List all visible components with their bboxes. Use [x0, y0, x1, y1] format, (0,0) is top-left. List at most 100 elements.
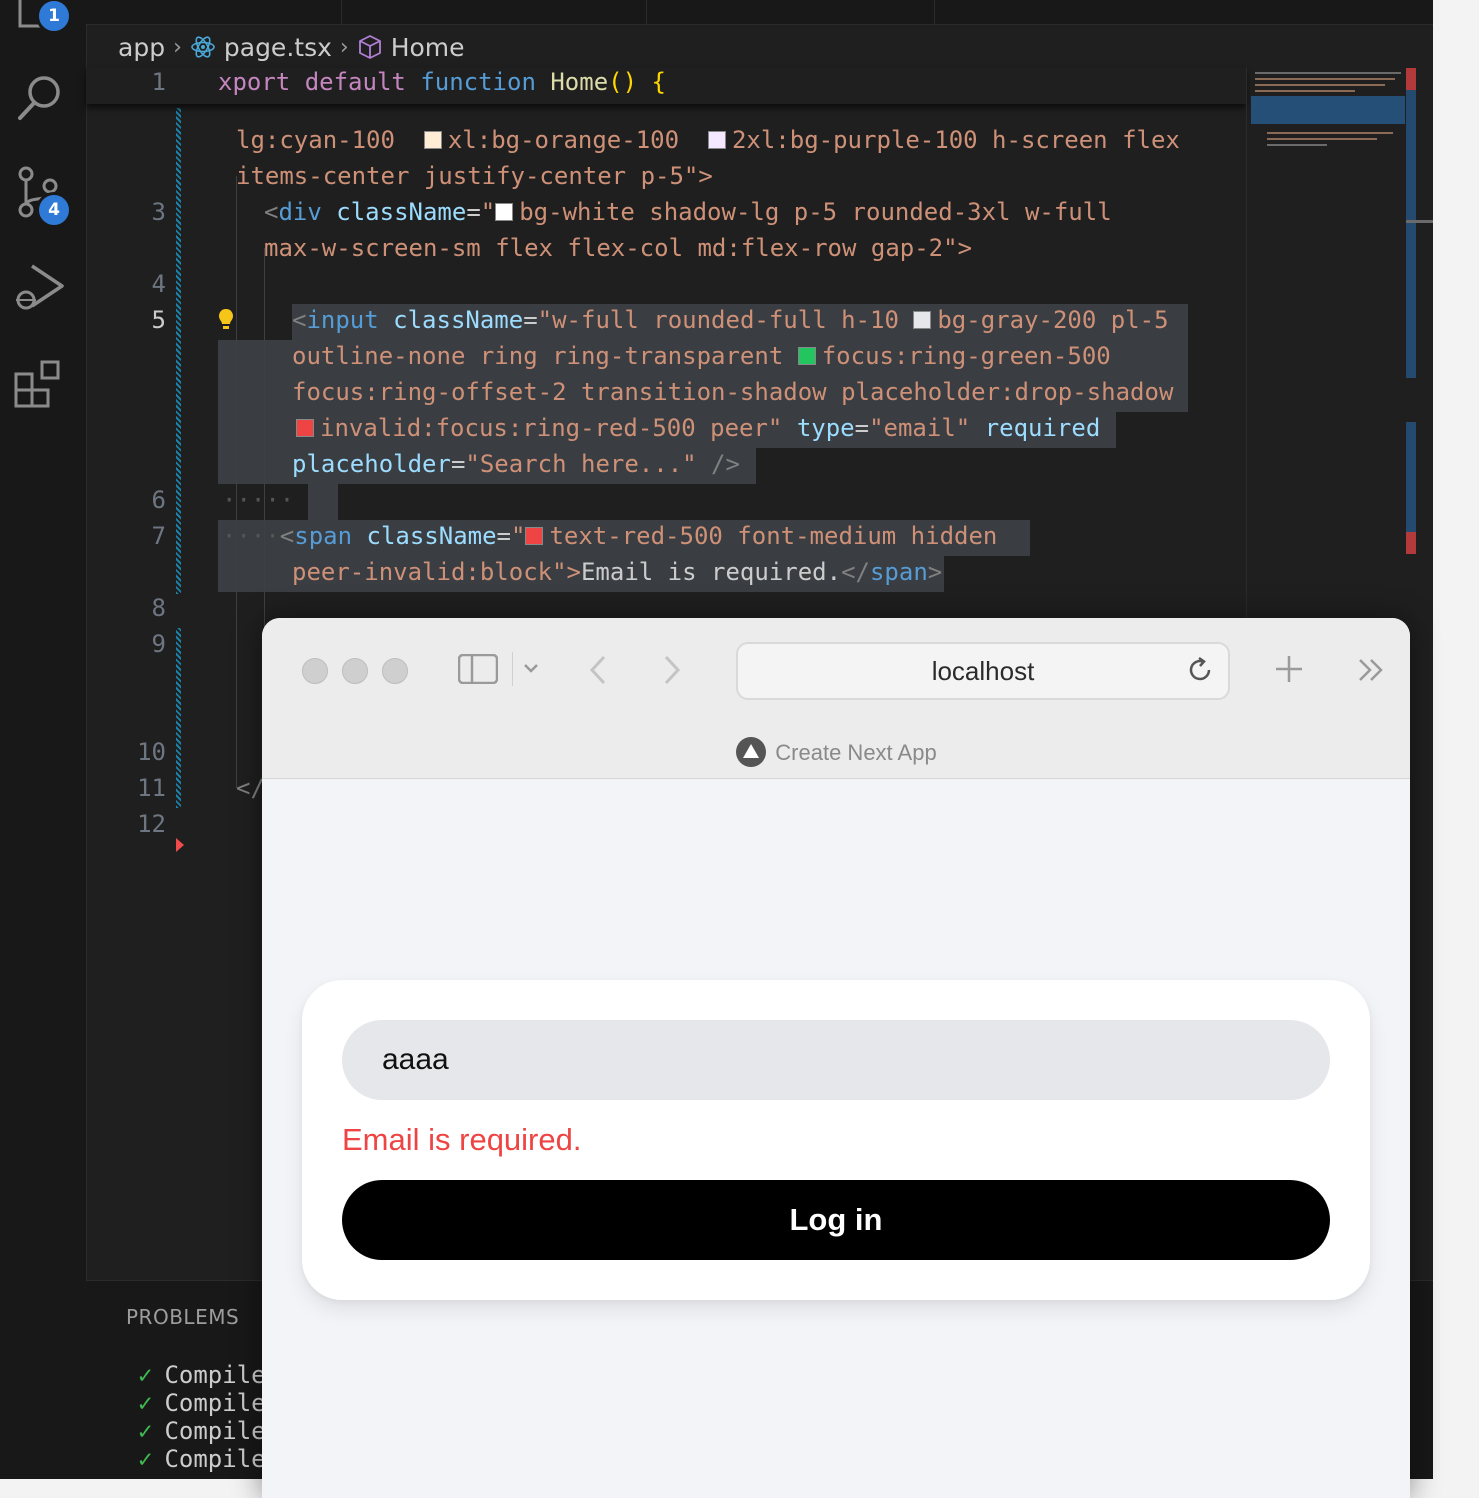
keyword-token: xport [218, 68, 291, 96]
function-name-token: Home [550, 68, 609, 96]
problem-line: ✓ Compile [138, 1417, 266, 1445]
code-line-5e: placeholder="Search here..." /> [292, 450, 740, 478]
code-line-7: ····<span className=" text-red-500 font-m… [222, 522, 998, 550]
address-bar[interactable]: localhost [736, 642, 1230, 700]
color-swatch[interactable] [913, 311, 932, 329]
check-icon: ✓ [138, 1361, 153, 1389]
email-input[interactable] [342, 1020, 1330, 1100]
symbol-cube-icon [357, 33, 383, 62]
new-tab-icon[interactable] [1274, 654, 1304, 688]
line-number: 3 [151, 198, 166, 226]
explorer-icon[interactable]: 1 [14, 0, 72, 34]
code-line-2b: lg:cyan-100 xl:bg-orange-100 2xl:bg-purp… [236, 126, 1180, 154]
color-swatch[interactable] [525, 527, 544, 545]
color-swatch[interactable] [797, 347, 816, 365]
tag-token: div [278, 198, 322, 226]
search-icon[interactable] [14, 72, 66, 124]
zoom-window-button[interactable] [382, 658, 408, 684]
color-swatch[interactable] [495, 203, 514, 221]
class-token: w-full rounded-full h-10 [552, 306, 899, 334]
panel-title[interactable]: PROBLEMS [126, 1305, 239, 1329]
class-token: peer-invalid:block"> [292, 558, 581, 586]
address-text[interactable]: localhost [738, 656, 1228, 687]
code-line-5: <input className="w-full rounded-full h-… [292, 306, 1169, 334]
whitespace-marker: ····· [222, 486, 295, 514]
extensions-icon[interactable] [14, 360, 66, 412]
class-token: focus:ring-green-500 [821, 342, 1111, 370]
chevron-down-icon[interactable] [522, 660, 540, 679]
jsx-text-token: Email is required. [580, 558, 842, 586]
check-icon: ✓ [138, 1389, 153, 1417]
breadcrumb-symbol[interactable]: Home [391, 33, 465, 62]
editor-tab-strip [86, 0, 1433, 25]
overflow-chevrons-icon[interactable] [1356, 656, 1386, 688]
explorer-badge: 1 [36, 0, 72, 34]
back-icon[interactable] [588, 654, 610, 690]
lightbulb-icon[interactable] [218, 308, 234, 336]
forward-icon[interactable] [660, 654, 682, 690]
source-control-icon[interactable]: 4 [14, 166, 72, 228]
class-token: text-red-500 font-medium hidden [549, 522, 998, 550]
line-number: 6 [151, 486, 166, 514]
problem-line: ✓ Compile [138, 1361, 266, 1389]
close-window-button[interactable] [302, 658, 328, 684]
browser-toolbar: localhost Create Next App [262, 618, 1410, 779]
attr-token: required [984, 414, 1101, 442]
code-line-11: </ [236, 774, 265, 802]
tab-separator [646, 0, 647, 24]
breadcrumb-file[interactable]: page.tsx [224, 33, 332, 62]
problem-line: ✓ Compile [138, 1445, 266, 1473]
code-line-7b: peer-invalid:block">Email is required.</… [292, 558, 943, 586]
sidebar-icon[interactable] [457, 653, 499, 688]
line-number: 5 [151, 306, 166, 334]
attr-token: className [366, 522, 497, 550]
attr-token: type [796, 414, 855, 442]
reload-icon[interactable] [1186, 656, 1214, 688]
class-token: items-center justify-center p-5"> [236, 162, 713, 190]
code-line-3b: max-w-screen-sm flex flex-col md:flex-ro… [264, 234, 972, 262]
run-debug-icon[interactable] [14, 262, 66, 314]
attr-token: className [336, 198, 467, 226]
indent-guide [236, 176, 237, 788]
check-icon: ✓ [138, 1445, 153, 1473]
line-number: 10 [137, 738, 166, 766]
keyword-token: function [420, 68, 536, 96]
line-number: 7 [151, 522, 166, 550]
line-number: 12 [137, 810, 166, 838]
minimize-window-button[interactable] [342, 658, 368, 684]
tab-separator [934, 0, 935, 24]
tab-separator [341, 0, 342, 24]
login-button[interactable]: Log in [342, 1180, 1330, 1260]
git-modified-indicator [176, 628, 181, 808]
code-line-3: <div className=" bg-white shadow-lg p-5 r… [264, 198, 1112, 226]
code-line-2c: items-center justify-center p-5"> [236, 162, 713, 190]
string-token: "Search here..." [465, 450, 697, 478]
class-token: lg:cyan-100 [236, 126, 395, 154]
activity-bar: 1 4 [0, 0, 87, 1479]
class-token: 2xl:bg-purple-100 h-screen flex [731, 126, 1180, 154]
line-number: 4 [151, 270, 166, 298]
class-token: max-w-screen-sm flex flex-col md:flex-ro… [264, 234, 973, 262]
paren-token: () [608, 68, 638, 96]
sticky-scroll-line[interactable]: 1 xport default function Home() { [86, 68, 1246, 104]
color-swatch[interactable] [707, 131, 726, 149]
color-swatch[interactable] [423, 131, 442, 149]
code-line-5d: invalid:focus:ring-red-500 peer" type="e… [296, 414, 1100, 442]
git-deleted-indicator [176, 838, 184, 852]
browser-window: localhost Create Next App Email is requi… [262, 618, 1410, 1498]
line-number: 11 [137, 774, 166, 802]
keyword-token: default [304, 68, 406, 96]
git-modified-indicator [176, 108, 181, 594]
class-token: outline-none ring ring-transparent [292, 342, 784, 370]
selection-highlight [308, 484, 338, 520]
class-token: focus:ring-offset-2 transition-shadow pl… [292, 378, 1174, 406]
code-line-5b: outline-none ring ring-transparent focus… [292, 342, 1111, 370]
breadcrumb: app › page.tsx › Home [118, 30, 465, 64]
browser-tab[interactable]: Create Next App [262, 736, 1410, 774]
line-number: 1 [151, 68, 166, 96]
color-swatch[interactable] [296, 419, 314, 437]
problem-text: Compile [164, 1445, 266, 1473]
breadcrumb-folder[interactable]: app [118, 33, 165, 62]
check-icon: ✓ [138, 1417, 153, 1445]
string-token: "email" [869, 414, 971, 442]
